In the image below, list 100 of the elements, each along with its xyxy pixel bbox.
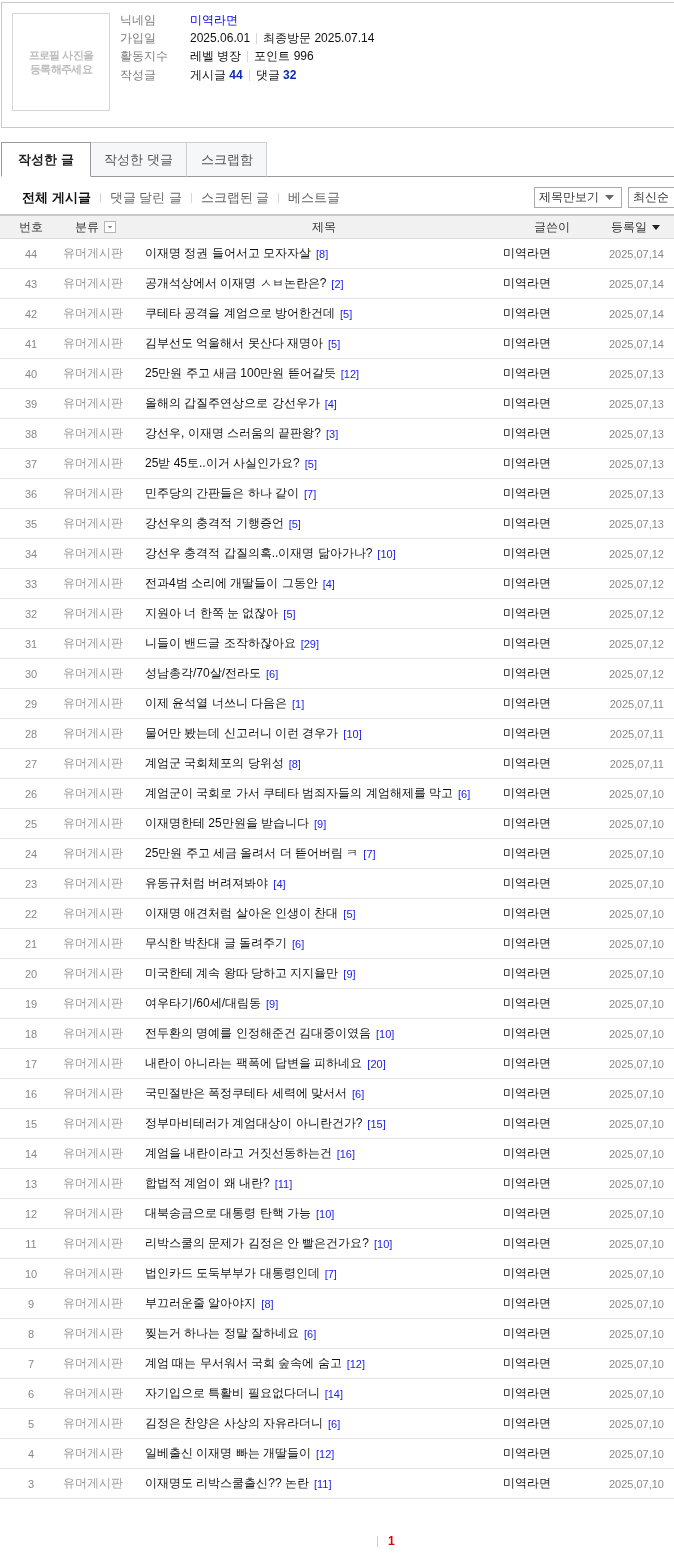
author-name[interactable]: 미역라면	[503, 605, 600, 622]
author-name[interactable]: 미역라면	[503, 1235, 600, 1252]
comment-count-link[interactable]: [5]	[304, 457, 317, 470]
post-title-link[interactable]: 공개석상에서 이재명 ㅅㅂ논란은?	[145, 275, 327, 292]
tab[interactable]: 스크랩함	[186, 142, 267, 177]
author-name[interactable]: 미역라면	[503, 1115, 600, 1132]
comment-count-link[interactable]: [6]	[266, 667, 279, 680]
post-title-link[interactable]: 찢는거 하나는 정말 잘하네요	[145, 1325, 299, 1342]
comment-count-link[interactable]: [9]	[266, 997, 279, 1010]
comment-count-link[interactable]: [4]	[322, 577, 335, 590]
comment-count-link[interactable]: [10]	[374, 1237, 393, 1250]
author-name[interactable]: 미역라면	[503, 545, 600, 562]
post-title-link[interactable]: 이제 윤석열 너쓰니 다음은	[145, 695, 287, 712]
author-name[interactable]: 미역라면	[503, 1445, 600, 1462]
post-title-link[interactable]: 일베출신 이재명 빠는 개딸들이	[145, 1445, 311, 1462]
author-name[interactable]: 미역라면	[503, 875, 600, 892]
author-name[interactable]: 미역라면	[503, 1025, 600, 1042]
author-name[interactable]: 미역라면	[503, 845, 600, 862]
post-title-link[interactable]: 이재명 애견처럼 살아온 인생이 찬대	[145, 905, 339, 922]
filter-link[interactable]: 스크랩된 글	[200, 188, 270, 207]
author-name[interactable]: 미역라면	[503, 1355, 600, 1372]
author-name[interactable]: 미역라면	[503, 305, 600, 322]
comment-count-link[interactable]: [8]	[261, 1297, 274, 1310]
comment-count-link[interactable]: [2]	[331, 277, 344, 290]
comment-count-link[interactable]: [3]	[326, 427, 339, 440]
comment-count-link[interactable]: [20]	[367, 1057, 386, 1070]
post-title-link[interactable]: 내란이 아니라는 팩폭에 답변을 피하네요	[145, 1055, 363, 1072]
author-name[interactable]: 미역라면	[503, 395, 600, 412]
author-name[interactable]: 미역라면	[503, 995, 600, 1012]
post-title-link[interactable]: 김정은 찬양은 사상의 자유라더니	[145, 1415, 323, 1432]
post-title-link[interactable]: 자기입으로 특활비 필요없다더니	[145, 1385, 320, 1402]
comment-count-link[interactable]: [7]	[324, 1267, 337, 1280]
post-title-link[interactable]: 부끄러운줄 알아야지	[145, 1295, 257, 1312]
comment-count-link[interactable]: [4]	[273, 877, 286, 890]
comment-count-link[interactable]: [14]	[324, 1387, 344, 1400]
post-title-link[interactable]: 25받 45토..이거 사실인가요?	[145, 455, 300, 472]
author-name[interactable]: 미역라면	[503, 635, 600, 652]
post-title-link[interactable]: 계엄 때는 무서워서 국회 숲속에 숨고	[145, 1355, 342, 1372]
author-name[interactable]: 미역라면	[503, 335, 600, 352]
author-name[interactable]: 미역라면	[503, 1055, 600, 1072]
author-name[interactable]: 미역라면	[503, 935, 600, 952]
author-name[interactable]: 미역라면	[503, 1325, 600, 1342]
post-title-link[interactable]: 전과4범 소리에 개딸들이 그동안	[145, 575, 318, 592]
comment-count-link[interactable]: [8]	[288, 757, 301, 770]
comment-count-link[interactable]: [5]	[340, 307, 353, 320]
post-title-link[interactable]: 리박스쿨의 문제가 김정은 안 빨은건가요?	[145, 1235, 369, 1252]
author-name[interactable]: 미역라면	[503, 725, 600, 742]
page-link[interactable]: 1	[388, 1534, 395, 1548]
author-name[interactable]: 미역라면	[503, 1205, 600, 1222]
comment-count-link[interactable]: [6]	[352, 1087, 365, 1100]
author-name[interactable]: 미역라면	[503, 755, 600, 772]
dropdown-select[interactable]: 최신순	[628, 187, 674, 208]
post-title-link[interactable]: 성남총각/70살/전라도	[145, 665, 261, 682]
post-title-link[interactable]: 이재명 정권 들어서고 모자자살	[145, 245, 311, 262]
author-name[interactable]: 미역라면	[503, 575, 600, 592]
author-name[interactable]: 미역라면	[503, 1475, 600, 1492]
post-title-link[interactable]: 계엄을 내란이라고 거짓선동하는건	[145, 1145, 332, 1162]
author-name[interactable]: 미역라면	[503, 1385, 600, 1402]
post-title-link[interactable]: 여우타기/60세/대림동	[145, 995, 261, 1012]
post-title-link[interactable]: 계엄군 국회체포의 당위성	[145, 755, 284, 772]
comment-count-link[interactable]: [12]	[340, 367, 360, 380]
post-title-link[interactable]: 25만원 주고 새금 100만원 뜯어갈듯	[145, 365, 336, 382]
author-name[interactable]: 미역라면	[503, 245, 600, 262]
comment-count-link[interactable]: [6]	[292, 937, 305, 950]
author-name[interactable]: 미역라면	[503, 965, 600, 982]
author-name[interactable]: 미역라면	[503, 455, 600, 472]
comment-count-link[interactable]: [5]	[283, 607, 296, 620]
comment-count-link[interactable]: [9]	[314, 817, 327, 830]
comment-count-link[interactable]: [29]	[300, 637, 320, 650]
comment-count-link[interactable]: [12]	[316, 1447, 335, 1460]
author-name[interactable]: 미역라면	[503, 1415, 600, 1432]
comment-count-link[interactable]: [6]	[304, 1327, 317, 1340]
post-title-link[interactable]: 강선우 충격적 갑질의혹..이재명 닮아가나?	[145, 545, 373, 562]
comment-count-link[interactable]: [5]	[288, 517, 301, 530]
comment-count-link[interactable]: [16]	[336, 1147, 356, 1160]
comment-count-link[interactable]: [10]	[316, 1207, 335, 1220]
post-title-link[interactable]: 국민절반은 폭정쿠테타 세력에 맞서서	[145, 1085, 347, 1102]
author-name[interactable]: 미역라면	[503, 275, 600, 292]
post-title-link[interactable]: 법인카드 도둑부부가 대통령인데	[145, 1265, 320, 1282]
comment-count-link[interactable]: [10]	[376, 1027, 395, 1040]
post-title-link[interactable]: 합법적 계엄이 왜 내란?	[145, 1175, 270, 1192]
author-name[interactable]: 미역라면	[503, 485, 600, 502]
post-title-link[interactable]: 전두환의 명예를 인정해준건 김대중이였음	[145, 1025, 371, 1042]
post-title-link[interactable]: 미국한테 계속 왕따 당하고 지지율만	[145, 965, 339, 982]
post-title-link[interactable]: 이재명도 리박스쿨출신?? 논란	[145, 1475, 309, 1492]
post-title-link[interactable]: 유동규처럼 버려져봐야	[145, 875, 269, 892]
author-name[interactable]: 미역라면	[503, 1295, 600, 1312]
tab[interactable]: 작성한 댓글	[90, 142, 187, 177]
post-title-link[interactable]: 강선우, 이재명 스러움의 끝판왕?	[145, 425, 321, 442]
comment-count-link[interactable]: [6]	[328, 1417, 341, 1430]
comment-count-link[interactable]: [1]	[292, 697, 305, 710]
author-name[interactable]: 미역라면	[503, 515, 600, 532]
filter-link[interactable]: 베스트글	[288, 188, 341, 207]
column-header[interactable]: 등록일	[611, 218, 647, 236]
post-title-link[interactable]: 올해의 갑질주연상으로 강선우가	[145, 395, 320, 412]
dropdown-icon[interactable]	[104, 221, 116, 233]
post-title-link[interactable]: 이재명한테 25만원을 받습니다	[145, 815, 309, 832]
filter-link[interactable]: 전체 게시글	[22, 188, 91, 207]
author-name[interactable]: 미역라면	[503, 365, 600, 382]
post-title-link[interactable]: 지원아 너 한쪽 눈 없잖아	[145, 605, 279, 622]
